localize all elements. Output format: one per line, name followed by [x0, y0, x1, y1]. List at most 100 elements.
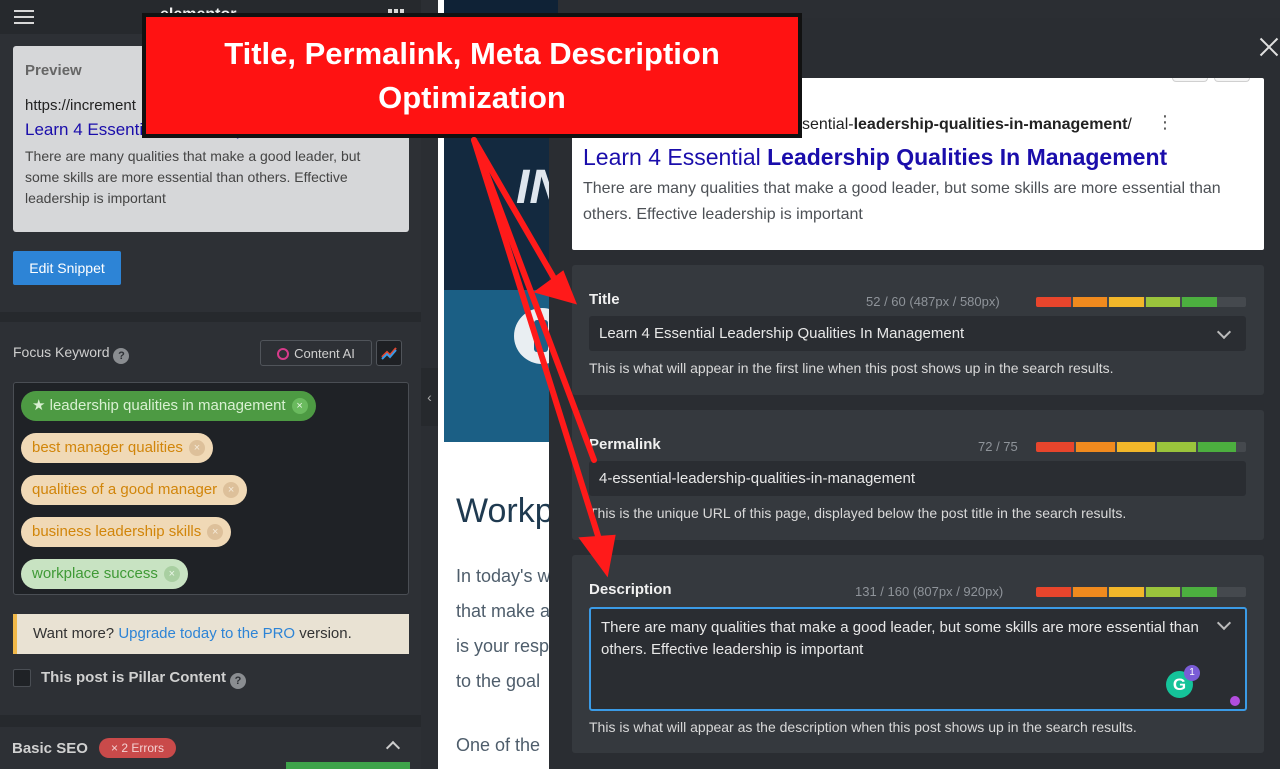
description-field-group: Description 131 / 160 (807px / 920px) Th… [572, 555, 1264, 753]
device-toggle-desktop[interactable] [1172, 78, 1208, 82]
serp-title-keyword: Leadership Qualities In Management [767, 144, 1168, 170]
focus-keyword-text: Focus Keyword [13, 344, 110, 360]
annotation-line-2: Optimization [378, 79, 566, 115]
update-button-partial[interactable] [286, 762, 410, 769]
keyword-tag-text: workplace success [32, 565, 158, 582]
remove-keyword-icon[interactable]: × [163, 566, 180, 582]
title-help-text: This is what will appear in the first li… [589, 360, 1114, 376]
meter-segment [1036, 297, 1071, 307]
serp-description: There are many qualities that make a goo… [583, 180, 1221, 223]
upgrade-link[interactable]: Upgrade today to the PRO [118, 625, 295, 642]
section-divider [0, 312, 421, 322]
resize-handle-icon[interactable] [1230, 696, 1240, 706]
content-ai-label: Content AI [294, 345, 355, 361]
description-help-text: This is what will appear as the descript… [589, 719, 1137, 735]
keyword-tag[interactable]: workplace success × [21, 559, 188, 589]
meter-segment [1076, 442, 1115, 452]
body-text-line: to the goal [456, 671, 541, 691]
title-count: 52 / 60 (487px / 580px) [866, 294, 1000, 309]
content-ai-button[interactable]: Content AI [260, 340, 372, 366]
upgrade-suffix: version. [299, 625, 352, 642]
focus-keyword-list[interactable]: ★ leadership qualities in management × b… [13, 382, 409, 595]
meter-segment [1072, 587, 1108, 597]
basic-seo-header[interactable]: Basic SEO [12, 740, 88, 757]
collapse-panel-button[interactable]: ‹ [421, 368, 438, 426]
upgrade-notice: Want more? Upgrade today to the PRO vers… [13, 614, 409, 654]
section-divider [0, 715, 421, 727]
description-length-meter [1036, 587, 1246, 597]
menu-icon[interactable] [14, 10, 34, 24]
star-icon: ★ [32, 397, 46, 414]
help-icon[interactable]: ? [113, 348, 130, 364]
description-textarea[interactable]: There are many qualities that make a goo… [589, 607, 1247, 711]
pillar-content-checkbox[interactable] [13, 669, 31, 687]
permalink-help-text: This is the unique URL of this page, dis… [589, 505, 1127, 521]
meter-segment [1036, 442, 1075, 452]
meter-segment [1036, 587, 1071, 597]
title-length-meter [1036, 297, 1246, 307]
meter-segment [1109, 297, 1144, 307]
chevron-up-icon[interactable] [385, 740, 401, 756]
serp-url-slug: leadership-qualities-in-management [853, 116, 1128, 133]
preview-description: There are many qualities that make a goo… [25, 148, 361, 206]
meter-segment [1197, 442, 1236, 452]
edit-snippet-button[interactable]: Edit Snippet [13, 251, 121, 285]
title-input[interactable]: Learn 4 Essential Leadership Qualities I… [589, 316, 1246, 351]
annotation-text: Title, Permalink, Meta Description Optim… [224, 32, 720, 120]
serp-url-suffix: / [1127, 116, 1132, 133]
meter-segment [1182, 297, 1217, 307]
permalink-count: 72 / 75 [978, 439, 1018, 454]
help-icon[interactable]: ? [230, 673, 247, 689]
device-toggle-mobile[interactable] [1214, 78, 1250, 82]
keyword-tag-text: leadership qualities in management [49, 397, 286, 414]
meter-segment [1145, 587, 1181, 597]
serp-title-plain: Learn 4 Essential [583, 144, 768, 170]
serp-title: Learn 4 Essential Leadership Qualities I… [583, 144, 1167, 171]
pillar-content-label: This post is Pillar Content? [41, 669, 247, 689]
remove-keyword-icon[interactable]: × [291, 398, 308, 414]
remove-keyword-icon[interactable]: × [188, 440, 205, 456]
keyword-tag-text: qualities of a good manager [32, 481, 218, 498]
body-text-line: One of the [456, 735, 541, 755]
permalink-length-meter [1036, 442, 1246, 452]
serp-url: sential-leadership-qualities-in-manageme… [802, 116, 1132, 134]
keyword-tag-text: best manager qualities [32, 439, 183, 456]
annotation-line-1: Title, Permalink, Meta Description [224, 35, 720, 71]
errors-badge: × 2 Errors [99, 738, 177, 758]
keyword-tag[interactable]: business leadership skills × [21, 517, 232, 547]
keyword-tag[interactable]: best manager qualities × [21, 433, 213, 463]
trend-chart-icon [381, 347, 397, 360]
pillar-content-text: This post is Pillar Content [41, 669, 227, 686]
close-icon[interactable] [1258, 36, 1280, 58]
meter-segment [1157, 442, 1196, 452]
annotation-callout: Title, Permalink, Meta Description Optim… [142, 13, 802, 138]
permalink-input[interactable]: 4-essential-leadership-qualities-in-mana… [589, 461, 1246, 496]
meter-segment [1116, 442, 1156, 452]
description-label: Description [589, 581, 672, 598]
content-ai-icon [277, 347, 290, 360]
serp-url-prefix: sential- [802, 116, 854, 133]
more-options-icon[interactable]: ⋮ [1156, 112, 1174, 133]
body-text-line: that make a [456, 601, 551, 621]
meter-segment [1072, 297, 1108, 307]
title-field-group: Title 52 / 60 (487px / 580px) Learn 4 Es… [572, 265, 1264, 395]
body-text-line: is your resp [456, 636, 550, 656]
section-heading: Workp [456, 492, 554, 530]
upgrade-prefix: Want more? [33, 625, 115, 642]
body-text-line: In today's w [456, 566, 551, 586]
permalink-field-group: Permalink 72 / 75 4-essential-leadership… [572, 410, 1264, 540]
grammarly-count-badge: 1 [1184, 665, 1200, 681]
meter-segment [1182, 587, 1217, 597]
meter-segment [1109, 587, 1144, 597]
keyword-tag-text: business leadership skills [32, 523, 202, 540]
trends-button[interactable] [376, 340, 402, 366]
description-count: 131 / 160 (807px / 920px) [855, 584, 1004, 599]
focus-keyword-label: Focus Keyword? [13, 344, 130, 364]
title-label: Title [589, 291, 620, 308]
keyword-tag[interactable]: qualities of a good manager × [21, 475, 248, 505]
remove-keyword-icon[interactable]: × [223, 482, 240, 498]
keyword-tag-primary[interactable]: ★ leadership qualities in management × [21, 391, 316, 421]
permalink-label: Permalink [589, 436, 661, 453]
remove-keyword-icon[interactable]: × [207, 524, 224, 540]
meter-segment [1145, 297, 1181, 307]
